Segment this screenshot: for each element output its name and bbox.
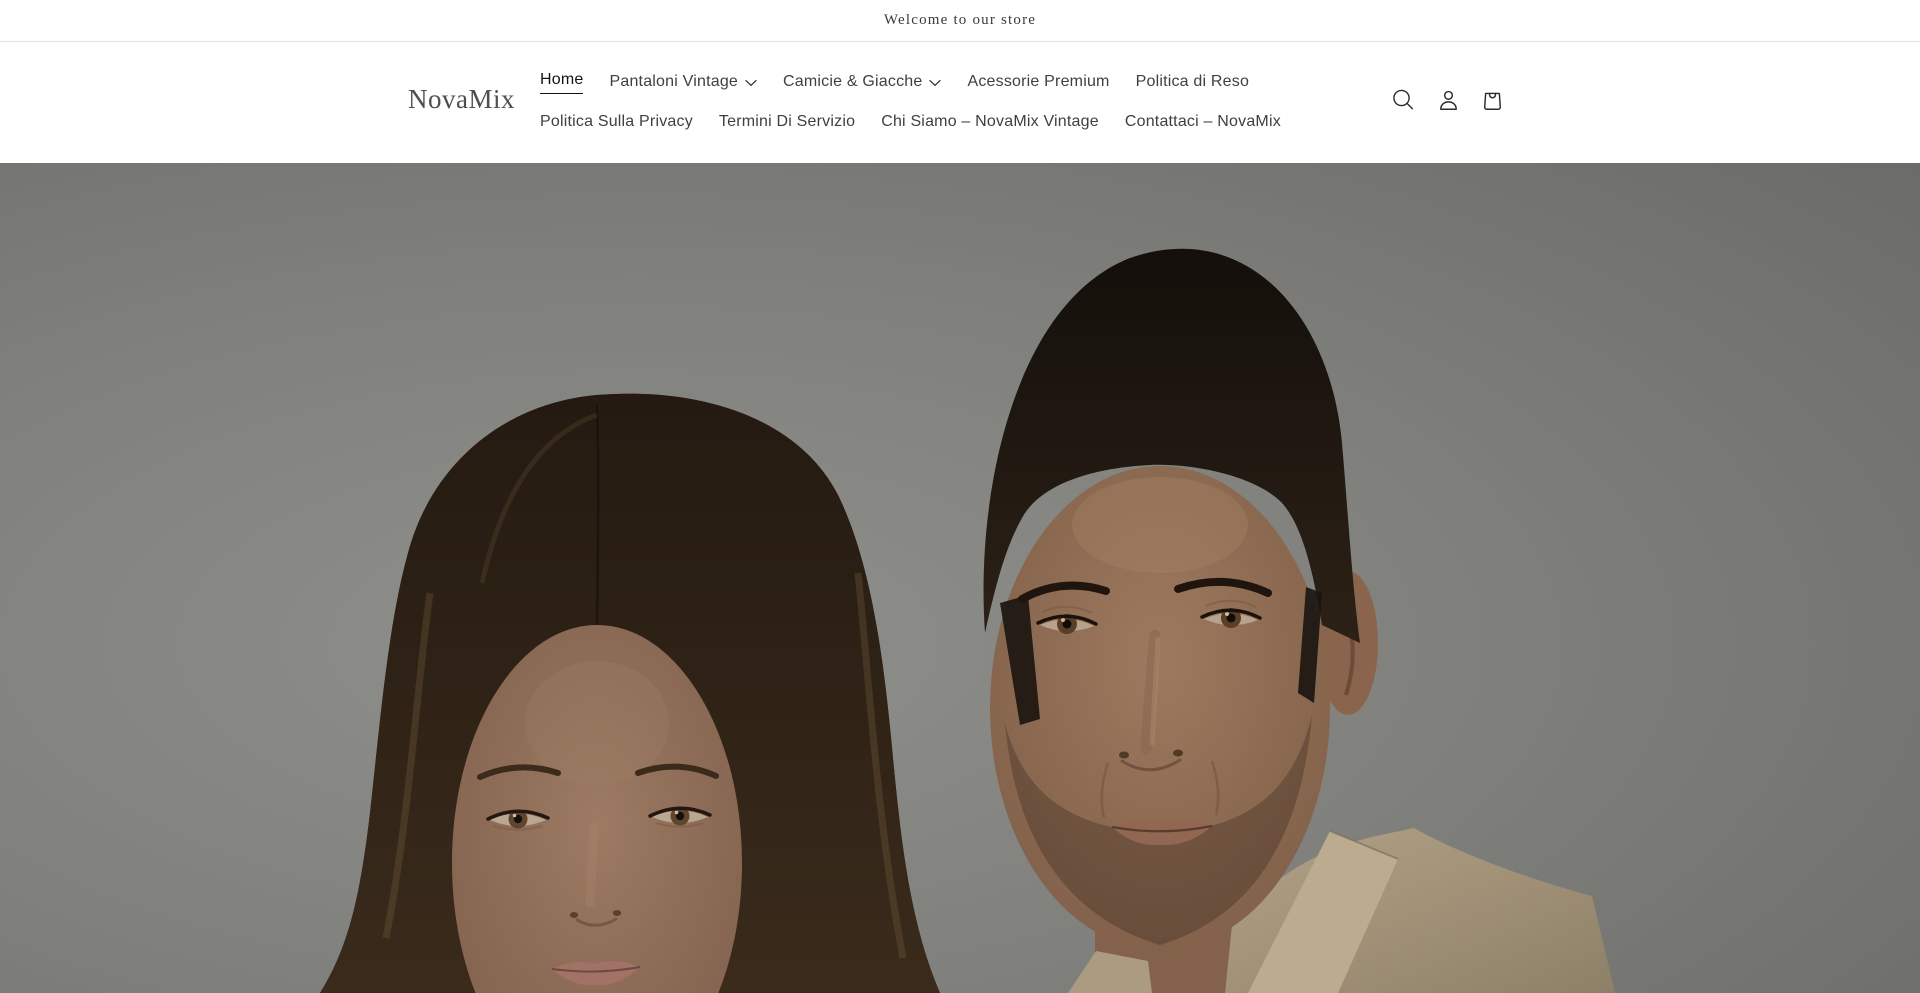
main-nav-row-1: Home Pantaloni Vintage Camicie & Giacche… bbox=[540, 70, 1249, 94]
nav-item-home[interactable]: Home bbox=[540, 70, 583, 94]
nav-item-termini-di-servizio[interactable]: Termini Di Servizio bbox=[719, 112, 855, 132]
chevron-down-icon bbox=[745, 79, 757, 87]
chevron-down-icon bbox=[929, 79, 941, 87]
nav-item-chi-siamo[interactable]: Chi Siamo – NovaMix Vintage bbox=[881, 112, 1099, 132]
main-nav-row-2: Politica Sulla Privacy Termini Di Serviz… bbox=[540, 112, 1281, 132]
announcement-bar: Welcome to our store bbox=[0, 0, 1920, 42]
hero-image bbox=[0, 163, 1920, 993]
nav-item-acessorie-premium[interactable]: Acessorie Premium bbox=[967, 72, 1109, 92]
nav-item-pantaloni-vintage[interactable]: Pantaloni Vintage bbox=[609, 72, 757, 92]
nav-item-politica-di-reso[interactable]: Politica di Reso bbox=[1136, 72, 1249, 92]
search-button[interactable] bbox=[1381, 78, 1425, 122]
cart-icon bbox=[1480, 87, 1505, 114]
nav-item-camicie-giacche[interactable]: Camicie & Giacche bbox=[783, 72, 941, 92]
account-icon bbox=[1436, 88, 1461, 113]
cart-button[interactable] bbox=[1470, 78, 1514, 122]
announcement-text: Welcome to our store bbox=[884, 12, 1036, 29]
studio-backdrop bbox=[0, 163, 1920, 993]
nav-item-contattaci[interactable]: Contattaci – NovaMix bbox=[1125, 112, 1281, 132]
nav-item-politica-sulla-privacy[interactable]: Politica Sulla Privacy bbox=[540, 112, 693, 132]
account-button[interactable] bbox=[1426, 78, 1470, 122]
hero-portrait-illustration bbox=[0, 163, 1920, 993]
store-logo[interactable]: NovaMix bbox=[408, 86, 515, 113]
search-icon bbox=[1390, 87, 1417, 114]
site-header: NovaMix Home Pantaloni Vintage Camicie &… bbox=[0, 42, 1920, 163]
